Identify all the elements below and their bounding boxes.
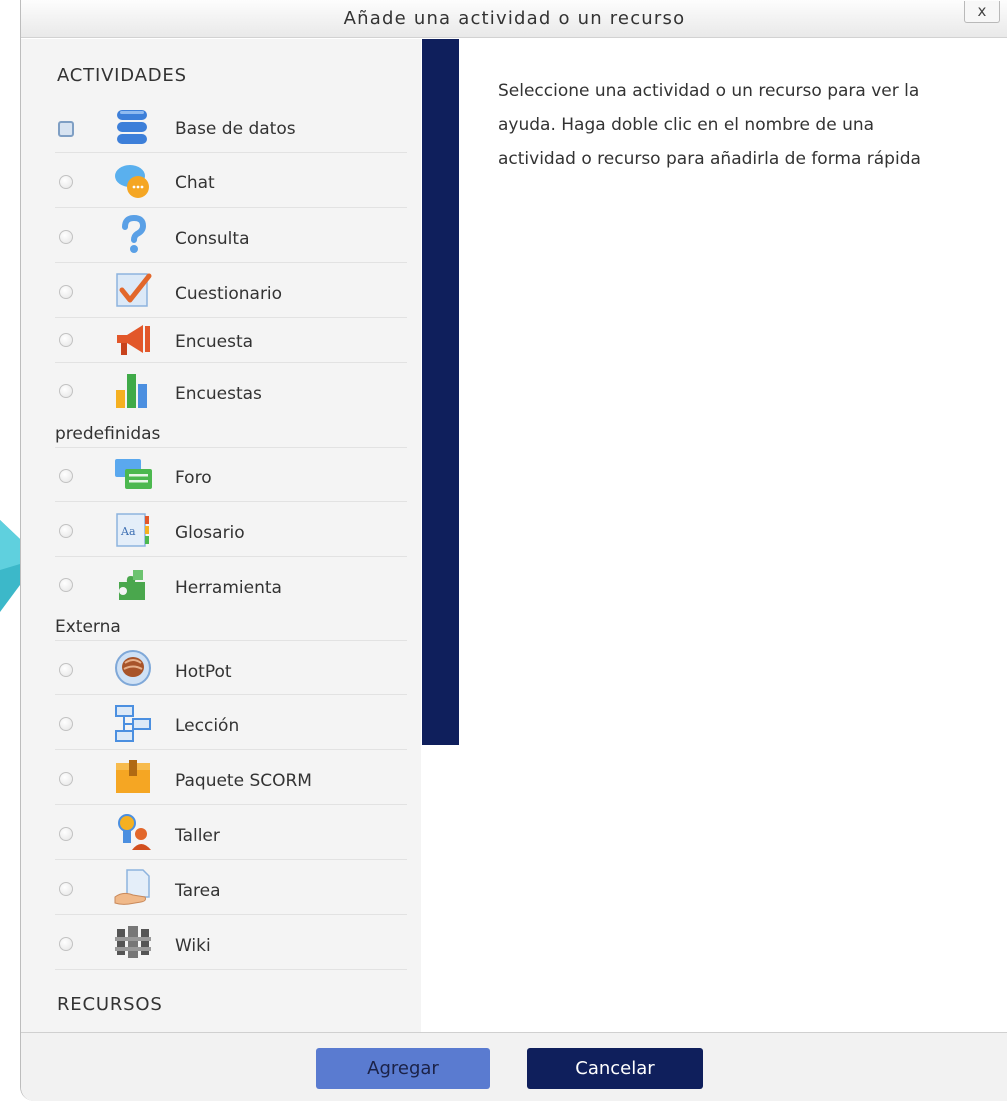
radio-button[interactable] xyxy=(59,469,73,483)
option-tarea[interactable]: Tarea xyxy=(55,861,407,915)
radio-button[interactable] xyxy=(59,333,73,347)
option-hotpot[interactable]: HotPot xyxy=(55,642,407,695)
option-wiki[interactable]: Wiki xyxy=(55,916,407,970)
resources-heading: RECURSOS xyxy=(57,994,163,1015)
radio-button[interactable] xyxy=(59,384,73,398)
option-cuestionario[interactable]: Cuestionario xyxy=(55,264,407,318)
bar-chart-icon xyxy=(116,374,147,408)
add-button[interactable]: Agregar xyxy=(316,1048,490,1089)
radio-button[interactable] xyxy=(59,285,73,299)
svg-text:Aa: Aa xyxy=(120,525,136,538)
option-label-continuation: predefinidas xyxy=(55,424,161,444)
option-encuesta[interactable]: Encuesta xyxy=(55,319,407,363)
option-glosario[interactable]: Aa Glosario xyxy=(55,503,407,557)
option-label: HotPot xyxy=(175,662,232,682)
radio-button[interactable] xyxy=(59,717,73,731)
radio-button[interactable] xyxy=(59,772,73,786)
option-leccion[interactable]: Lección xyxy=(55,696,407,750)
close-button[interactable]: x xyxy=(964,1,1000,23)
option-paquete-scorm[interactable]: Paquete SCORM xyxy=(55,751,407,805)
glossary-icon: Aa xyxy=(116,513,149,547)
radio-button[interactable] xyxy=(59,175,73,189)
option-consulta[interactable]: Consulta xyxy=(55,209,407,263)
lesson-icon xyxy=(115,705,151,742)
option-label: Cuestionario xyxy=(175,284,283,304)
panel-divider xyxy=(422,39,459,745)
dialog-titlebar: Añade una actividad o un recurso x xyxy=(21,0,1007,38)
option-label: Lección xyxy=(175,716,240,736)
activities-heading: ACTIVIDADES xyxy=(57,65,187,86)
radio-button[interactable] xyxy=(59,663,73,677)
chat-icon xyxy=(115,165,149,198)
assignment-icon xyxy=(114,869,150,905)
option-label: Foro xyxy=(175,468,212,488)
option-encuestas-predefinidas[interactable]: Encuestas predefinidas xyxy=(55,364,407,448)
radio-button[interactable] xyxy=(59,578,73,592)
option-label: Tarea xyxy=(175,881,221,901)
option-label: Wiki xyxy=(175,936,211,956)
radio-button[interactable] xyxy=(59,524,73,538)
package-icon xyxy=(116,760,150,793)
wiki-icon xyxy=(115,926,151,958)
hotpot-icon xyxy=(115,650,151,686)
question-icon xyxy=(122,215,147,253)
option-label: Herramienta xyxy=(175,578,282,598)
workshop-icon xyxy=(118,814,151,850)
option-base-de-datos[interactable]: Base de datos xyxy=(55,101,407,153)
cancel-button[interactable]: Cancelar xyxy=(527,1048,703,1089)
activity-list-panel[interactable]: ACTIVIDADES Base de datos Chat Consulta … xyxy=(21,39,421,1032)
option-foro[interactable]: Foro xyxy=(55,449,407,502)
option-label: Encuesta xyxy=(175,332,254,352)
option-label: Taller xyxy=(175,826,220,846)
megaphone-icon xyxy=(117,325,150,355)
option-chat[interactable]: Chat xyxy=(55,154,407,208)
radio-button[interactable] xyxy=(59,827,73,841)
option-label: Paquete SCORM xyxy=(175,771,312,791)
forum-icon xyxy=(115,459,152,489)
radio-button[interactable] xyxy=(59,230,73,244)
puzzle-icon xyxy=(119,570,145,600)
dialog-title: Añade una actividad o un recurso xyxy=(343,8,686,29)
option-label: Consulta xyxy=(175,229,250,249)
option-label: Base de datos xyxy=(175,119,296,139)
option-label: Glosario xyxy=(175,523,245,543)
dialog-footer: Agregar Cancelar xyxy=(21,1032,1007,1101)
add-activity-dialog: Añade una actividad o un recurso x ACTIV… xyxy=(20,0,1007,1101)
radio-button[interactable] xyxy=(59,882,73,896)
database-icon xyxy=(117,110,147,144)
option-label: Chat xyxy=(175,173,215,193)
help-text: Seleccione una actividad o un recurso pa… xyxy=(498,81,921,169)
radio-button[interactable] xyxy=(59,937,73,951)
option-taller[interactable]: Taller xyxy=(55,806,407,860)
radio-button[interactable] xyxy=(58,121,74,137)
option-herramienta-externa[interactable]: Herramienta Externa xyxy=(55,558,407,641)
option-label-continuation: Externa xyxy=(55,617,121,637)
quiz-icon xyxy=(116,273,152,307)
option-label: Encuestas xyxy=(175,384,262,404)
